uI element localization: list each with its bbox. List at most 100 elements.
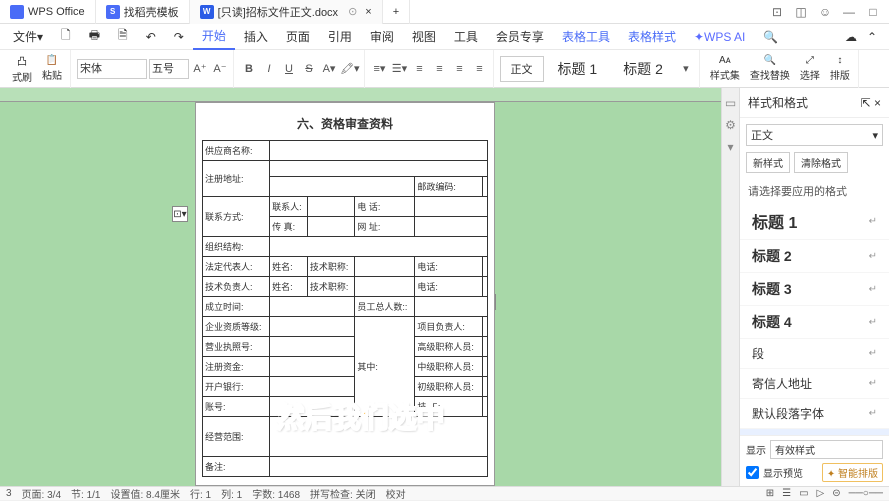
app-tab[interactable]: WPS Office	[0, 0, 96, 24]
bullet-list-icon[interactable]: ≡▾	[371, 59, 389, 79]
document-canvas[interactable]: ✥ ⊡▾ + 六、资格审查资料 供应商名称: 注册地址: 邮政编码: 联系方式:…	[0, 88, 721, 486]
view-outline-icon[interactable]: ☰	[782, 488, 791, 499]
video-caption: 然后我们选中	[276, 396, 444, 436]
preview-checkbox[interactable]	[746, 466, 759, 479]
side-toolbar: ▭ ⚙ ▾	[721, 88, 739, 486]
panel-close-icon[interactable]: ×	[874, 96, 881, 110]
zoom-slider[interactable]: ──○──	[849, 488, 883, 499]
menu-review[interactable]: 审阅	[361, 24, 403, 50]
zoom-out-icon[interactable]: ⊝	[832, 488, 840, 499]
style-list-item[interactable]: 标题 3↵	[740, 273, 889, 306]
sort-button[interactable]: ↕排版	[826, 55, 854, 82]
side-down-icon[interactable]: ▾	[727, 140, 733, 154]
win-app-icon[interactable]: ⊡	[769, 4, 785, 20]
style-list-item[interactable]: 寄信人地址↵	[740, 369, 889, 399]
style-list-item[interactable]: 段↵	[740, 339, 889, 369]
increase-size-icon[interactable]: A⁺	[191, 59, 209, 79]
style-heading2[interactable]: 标题 2	[611, 55, 675, 83]
new-style-button[interactable]: 新样式	[746, 152, 790, 173]
menu-view[interactable]: 视图	[403, 24, 445, 50]
current-style-select[interactable]: 正文▾	[746, 124, 883, 146]
side-settings-icon[interactable]: ⚙	[725, 118, 736, 132]
menu-member[interactable]: 会员专享	[487, 24, 553, 50]
menu-print-icon[interactable]: 🖶	[80, 24, 109, 50]
italic-button[interactable]: I	[260, 59, 278, 79]
font-size-select[interactable]: 五号	[149, 59, 189, 79]
style-list[interactable]: 标题 1↵标题 2↵标题 3↵标题 4↵段↵寄信人地址↵默认段落字体↵正文↵正文…	[740, 203, 889, 435]
menu-wps-ai[interactable]: ✦ WPS AI	[685, 24, 754, 50]
number-list-icon[interactable]: ☰▾	[391, 59, 409, 79]
bold-button[interactable]: B	[240, 59, 258, 79]
horizontal-ruler[interactable]	[0, 88, 721, 102]
menu-reference[interactable]: 引用	[319, 24, 361, 50]
select-button[interactable]: ⤢选择	[796, 55, 824, 82]
wps-icon	[10, 5, 24, 19]
decrease-size-icon[interactable]: A⁻	[211, 59, 229, 79]
word-icon: W	[200, 5, 214, 19]
panel-pin-icon[interactable]: ⇱	[861, 96, 871, 110]
view-play-icon[interactable]: ▷	[817, 488, 825, 499]
view-read-icon[interactable]: ▭	[799, 488, 808, 499]
menu-file[interactable]: 文件▾	[4, 24, 52, 50]
statusbar: 3 页面: 3/4 节: 1/1 设置值: 8.4厘米 行: 1 列: 1 字数…	[0, 486, 889, 500]
align-right-icon[interactable]: ≡	[451, 59, 469, 79]
new-tab-button[interactable]: +	[383, 0, 410, 24]
find-replace-button[interactable]: 🔍查找替换	[746, 55, 794, 82]
status-words[interactable]: 字数: 1468	[252, 486, 300, 501]
menu-table-style[interactable]: 表格样式	[619, 24, 685, 50]
formatting-toolbar: 凸式刷 📋粘贴 宋体 五号 A⁺ A⁻ B I U S A▾ 🖍▾ ≡▾ ☰▾ …	[0, 50, 889, 88]
collapse-icon[interactable]: ⌃	[867, 30, 877, 44]
panel-hint: 请选择要应用的格式	[740, 179, 889, 203]
show-filter-select[interactable]: 有效样式	[770, 440, 883, 459]
format-brush-button[interactable]: 凸式刷	[8, 53, 36, 84]
template-tab[interactable]: S找稻壳模板	[96, 0, 190, 24]
menu-search-icon[interactable]: 🔍	[754, 24, 787, 50]
font-color-button[interactable]: A▾	[320, 59, 338, 79]
cloud-icon[interactable]: ☁	[845, 30, 857, 44]
win-grid-icon[interactable]: ◫	[793, 4, 809, 20]
clear-style-button[interactable]: 清除格式	[794, 152, 848, 173]
win-user-icon[interactable]: ☺	[817, 4, 833, 20]
underline-button[interactable]: U	[280, 59, 298, 79]
view-mode-icon[interactable]: ⊞	[766, 488, 774, 499]
menu-redo-icon[interactable]: ↷	[165, 24, 193, 50]
smart-layout-button[interactable]: ✦ 智能排版	[822, 463, 883, 482]
status-proof[interactable]: 校对	[386, 486, 406, 501]
menubar: 文件▾ 🗋 🖶 🗎 ↶ ↷ 开始 插入 页面 引用 审阅 视图 工具 会员专享 …	[0, 24, 889, 50]
menu-insert[interactable]: 插入	[235, 24, 277, 50]
status-page[interactable]: 页面: 3/4	[22, 486, 61, 501]
status-zoom[interactable]: 3	[6, 488, 12, 499]
win-maximize[interactable]: □	[865, 4, 881, 20]
style-list-item[interactable]: 标题 4↵	[740, 306, 889, 339]
highlight-button[interactable]: 🖍▾	[340, 59, 360, 79]
align-justify-icon[interactable]: ≡	[471, 59, 489, 79]
style-list-item[interactable]: 标题 2↵	[740, 240, 889, 273]
menu-undo-icon[interactable]: ↶	[137, 24, 165, 50]
style-list-item[interactable]: 默认段落字体↵	[740, 399, 889, 429]
document-tab[interactable]: W[只读]招标文件正文.docx⊙×	[190, 0, 383, 24]
menu-quick-icon[interactable]: 🗋	[52, 24, 80, 50]
style-more-icon[interactable]: ▾	[677, 59, 695, 79]
align-center-icon[interactable]: ≡	[431, 59, 449, 79]
status-spell[interactable]: 拼写检查: 关闭	[310, 486, 376, 501]
menu-table-tools[interactable]: 表格工具	[553, 24, 619, 50]
menu-page[interactable]: 页面	[277, 24, 319, 50]
status-position: 设置值: 8.4厘米	[111, 486, 180, 501]
style-list-item[interactable]: 标题 1↵	[740, 203, 889, 240]
font-family-select[interactable]: 宋体	[77, 59, 147, 79]
panel-footer: 显示 有效样式 显示预览✦ 智能排版	[740, 435, 889, 486]
win-minimize[interactable]: —	[841, 4, 857, 20]
style-set-button[interactable]: Aᴀ样式集	[706, 55, 744, 82]
paste-button[interactable]: 📋粘贴	[38, 55, 66, 82]
align-left-icon[interactable]: ≡	[411, 59, 429, 79]
status-section: 节: 1/1	[71, 486, 100, 501]
status-line: 行: 1	[190, 486, 211, 501]
table-select-handle[interactable]: ⊡▾	[172, 206, 188, 222]
style-heading1[interactable]: 标题 1	[546, 55, 610, 83]
menu-preview-icon[interactable]: 🗎	[109, 24, 137, 50]
side-nav-icon[interactable]: ▭	[725, 96, 736, 110]
menu-start[interactable]: 开始	[193, 24, 235, 50]
style-body-text[interactable]: 正文	[500, 56, 544, 82]
strike-button[interactable]: S	[300, 59, 318, 79]
menu-tools[interactable]: 工具	[445, 24, 487, 50]
